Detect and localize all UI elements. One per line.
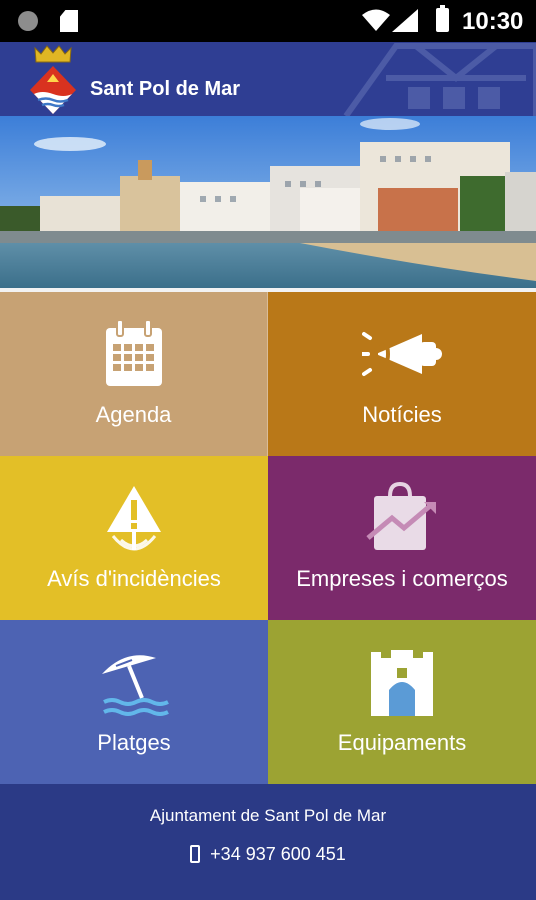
coat-of-arms-logo	[30, 45, 76, 114]
menu-grid: Agenda Notícies Avís d'incidències Empre…	[0, 292, 536, 784]
calendar-icon	[105, 319, 162, 386]
menu-tile-avis-incidencies[interactable]: Avís d'incidències	[0, 456, 268, 620]
signal-icon	[392, 9, 418, 32]
tower-watermark-icon	[343, 43, 536, 116]
phone-link[interactable]: +34 937 600 451	[0, 844, 536, 865]
app-header: Sant Pol de Mar	[0, 42, 536, 116]
menu-label-avis-incidencies: Avís d'incidències	[47, 566, 221, 591]
menu-tile-empreses-comercos[interactable]: Empreses i comerços	[268, 456, 536, 620]
mobile-phone-icon	[190, 845, 201, 863]
battery-icon	[436, 5, 449, 32]
footer: Ajuntament de Sant Pol de Mar +34 937 60…	[0, 784, 536, 900]
menu-label-empreses-comercos: Empreses i comerços	[296, 566, 508, 591]
status-time: 10:30	[462, 8, 524, 35]
menu-tile-agenda[interactable]: Agenda	[0, 292, 268, 456]
building-icon	[371, 650, 433, 716]
warning-icon	[107, 486, 161, 551]
beach-umbrella-icon	[102, 655, 169, 716]
menu-label-agenda: Agenda	[95, 402, 172, 427]
menu-tile-noticies[interactable]: Notícies	[268, 292, 536, 456]
app-title: Sant Pol de Mar	[90, 78, 241, 100]
menu-label-noticies: Notícies	[362, 402, 442, 427]
wifi-icon	[362, 9, 390, 31]
phone-number: +34 937 600 451	[210, 844, 346, 864]
menu-tile-equipaments[interactable]: Equipaments	[268, 620, 536, 784]
menu-label-equipaments: Equipaments	[337, 730, 467, 755]
sd-card-icon	[60, 10, 78, 32]
megaphone-icon	[362, 332, 442, 376]
organization-name: Ajuntament de Sant Pol de Mar	[149, 806, 387, 825]
menu-label-platges: Platges	[97, 730, 171, 755]
menu-tile-platges[interactable]: Platges	[0, 620, 268, 784]
status-bar: 10:30	[0, 0, 536, 42]
shopping-bag-icon	[366, 482, 436, 550]
hero-image	[0, 116, 536, 292]
notification-icon	[18, 11, 38, 31]
